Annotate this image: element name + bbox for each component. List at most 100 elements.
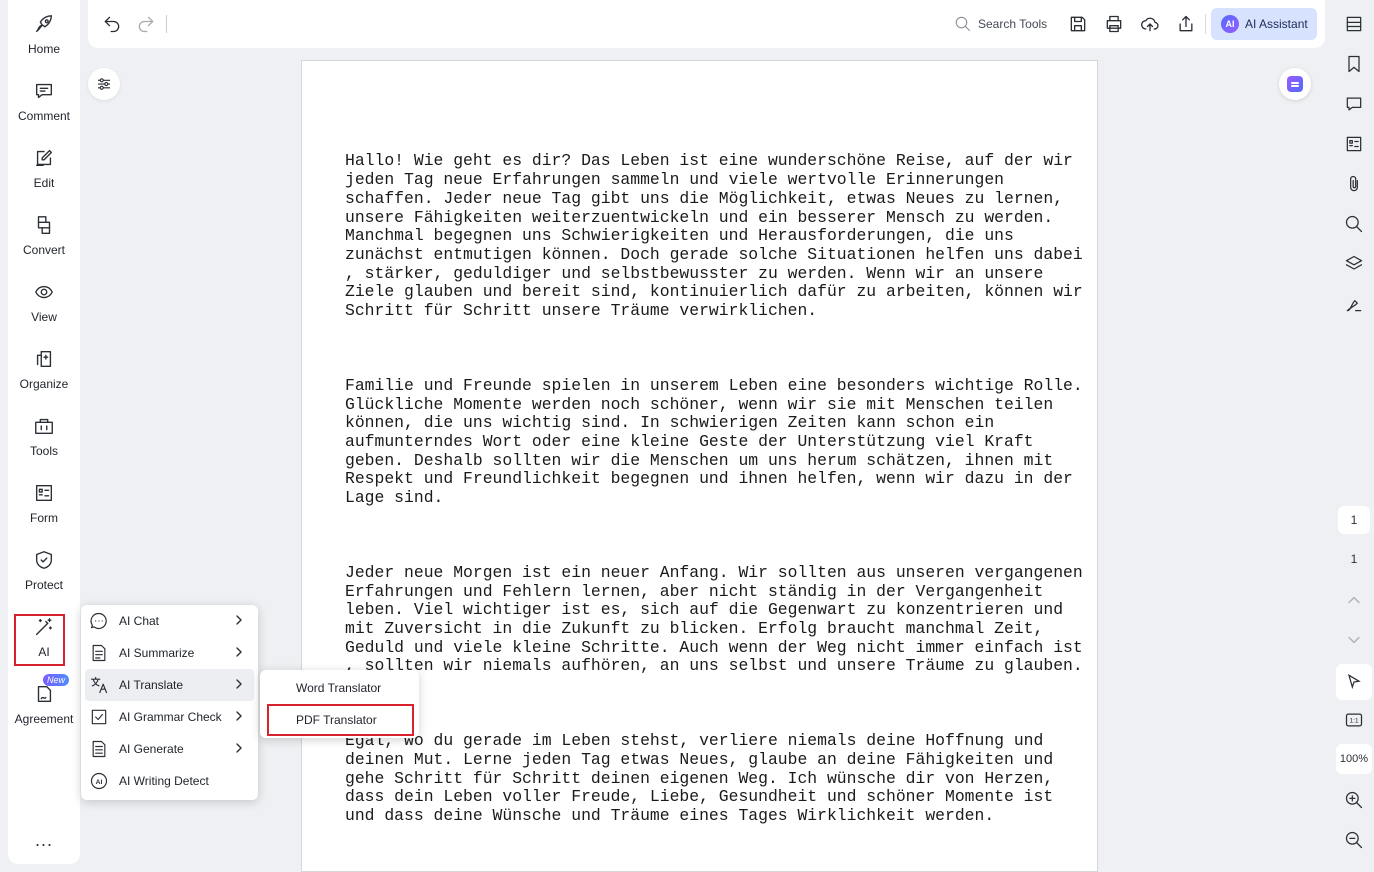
- redo-icon[interactable]: [134, 12, 158, 36]
- zoom-in-icon[interactable]: [1342, 788, 1366, 812]
- chevron-right-icon: [234, 742, 244, 754]
- nav-comment[interactable]: Comment: [8, 67, 80, 127]
- nav-home[interactable]: Home: [8, 0, 80, 60]
- nav-agreement[interactable]: New Agreement: [8, 670, 80, 730]
- nav-organize-label: Organize: [19, 377, 69, 391]
- nav-comment-label: Comment: [17, 109, 70, 123]
- actual-size-icon: 1:1: [1345, 713, 1363, 727]
- document-paragraph: Egal, wo du gerade im Leben stehst, verl…: [345, 731, 1054, 825]
- pdf-translator-item[interactable]: PDF Translator: [260, 704, 419, 736]
- summarize-icon: [92, 644, 106, 662]
- ai-chat-icon: [90, 612, 107, 630]
- document-paragraph: Jeder neue Morgen ist ein neuer Anfang. …: [345, 562, 1083, 676]
- ai-writing-detect-item[interactable]: AI AI Writing Detect: [85, 765, 254, 797]
- nav-edit[interactable]: Edit: [8, 134, 80, 194]
- writing-detect-icon: AI: [90, 772, 108, 790]
- zoom-out-icon[interactable]: [1342, 828, 1366, 852]
- nav-home-label: Home: [27, 42, 60, 56]
- chevron-right-icon: [234, 614, 244, 626]
- nav-view[interactable]: View: [8, 268, 80, 328]
- nav-convert-label: Convert: [22, 243, 66, 257]
- eye-icon: [33, 280, 55, 304]
- zoom-level[interactable]: 100%: [1336, 744, 1372, 774]
- nav-agreement-label: Agreement: [14, 712, 74, 726]
- document-paragraph: Hallo! Wie geht es dir? Das Leben ist ei…: [345, 151, 1083, 321]
- grammar-check-icon: [91, 709, 107, 725]
- ai-translate-item[interactable]: AI Translate: [85, 669, 254, 701]
- signature-icon[interactable]: [1342, 292, 1366, 316]
- ai-translate-label: AI Translate: [119, 678, 184, 692]
- comment-icon: [33, 79, 55, 103]
- toolbar-divider-2: [1205, 14, 1206, 34]
- ai-generate-item[interactable]: AI Generate: [85, 733, 254, 765]
- nav-organize[interactable]: Organize: [8, 335, 80, 395]
- agreement-icon: New: [33, 674, 70, 706]
- current-page-input[interactable]: 1: [1338, 506, 1370, 534]
- translate-submenu: Word Translator PDF Translator: [260, 670, 419, 738]
- shield-icon: [33, 548, 55, 572]
- convert-icon: [33, 213, 55, 237]
- new-badge: New: [43, 674, 70, 686]
- chevron-down-icon[interactable]: [1342, 628, 1366, 652]
- svg-text:AI: AI: [96, 779, 103, 786]
- layers-icon[interactable]: [1342, 252, 1366, 276]
- nav-tools-label: Tools: [29, 444, 58, 458]
- chevron-right-icon: [234, 646, 244, 658]
- search-icon: [955, 16, 971, 32]
- toolbar-divider: [166, 15, 167, 33]
- left-sidebar: Home Comment Edit Convert View Organize: [8, 0, 80, 864]
- bookmark-icon[interactable]: [1342, 52, 1366, 76]
- panel-layout-icon[interactable]: [1342, 12, 1366, 36]
- cursor-icon: [1347, 674, 1361, 690]
- pdf-translator-label: PDF Translator: [296, 713, 377, 727]
- document-page: Hallo! Wie geht es dir? Das Leben ist ei…: [301, 60, 1098, 872]
- ai-dropdown-menu: AI Chat AI Summarize AI Translate AI Gra…: [81, 605, 258, 800]
- comment-panel-icon[interactable]: [1342, 92, 1366, 116]
- ai-generate-label: AI Generate: [119, 742, 184, 756]
- nav-protect[interactable]: Protect: [8, 536, 80, 596]
- ai-grammar-check-item[interactable]: AI Grammar Check: [85, 701, 254, 733]
- search-panel-icon[interactable]: [1342, 212, 1366, 236]
- ai-summarize-label: AI Summarize: [119, 646, 195, 660]
- ai-nav-highlight: [14, 614, 65, 666]
- sliders-icon: [98, 78, 110, 90]
- app-logo-icon: [1287, 76, 1303, 92]
- ai-chat-label: AI Chat: [119, 614, 160, 628]
- nav-tools[interactable]: Tools: [8, 402, 80, 462]
- ai-chat-item[interactable]: AI Chat: [85, 605, 254, 637]
- ai-assistant-button[interactable]: AI AI Assistant: [1211, 8, 1317, 40]
- select-cursor-tool[interactable]: [1336, 664, 1372, 700]
- cloud-upload-icon[interactable]: [1138, 12, 1162, 36]
- filter-settings-button[interactable]: [88, 68, 120, 100]
- top-toolbar: Search Tools AI AI Assistant: [88, 0, 1325, 48]
- ai-summarize-item[interactable]: AI Summarize: [85, 637, 254, 669]
- nav-form-label: Form: [30, 511, 58, 525]
- edit-icon: [33, 146, 55, 170]
- generate-icon: [92, 740, 106, 758]
- nav-convert[interactable]: Convert: [8, 201, 80, 261]
- form-panel-icon[interactable]: [1342, 132, 1366, 156]
- actual-size-button[interactable]: 1:1: [1336, 704, 1372, 736]
- chevron-right-icon: [234, 710, 244, 722]
- form-icon: [33, 481, 55, 505]
- more-options-button[interactable]: ...: [8, 830, 80, 851]
- save-icon[interactable]: [1066, 12, 1090, 36]
- nav-edit-label: Edit: [33, 176, 55, 190]
- undo-icon[interactable]: [100, 12, 124, 36]
- ai-grammar-check-label: AI Grammar Check: [119, 710, 222, 724]
- chevron-up-icon[interactable]: [1342, 588, 1366, 612]
- floating-app-button[interactable]: [1279, 68, 1311, 100]
- document-paragraph: Familie und Freunde spielen in unserem L…: [345, 375, 1083, 508]
- rocket-icon: [33, 12, 55, 36]
- total-pages: 1: [1350, 552, 1358, 566]
- nav-protect-label: Protect: [24, 578, 63, 592]
- print-icon[interactable]: [1102, 12, 1126, 36]
- document-text: Hallo! Wie geht es dir? Das Leben ist ei…: [345, 115, 1083, 872]
- ai-assistant-label: AI Assistant: [1245, 17, 1308, 31]
- share-icon[interactable]: [1174, 12, 1198, 36]
- svg-text:1:1: 1:1: [1349, 718, 1359, 725]
- search-tools-button[interactable]: Search Tools: [954, 14, 1047, 34]
- nav-form[interactable]: Form: [8, 469, 80, 529]
- attachment-icon[interactable]: [1342, 172, 1366, 196]
- word-translator-item[interactable]: Word Translator: [260, 672, 419, 704]
